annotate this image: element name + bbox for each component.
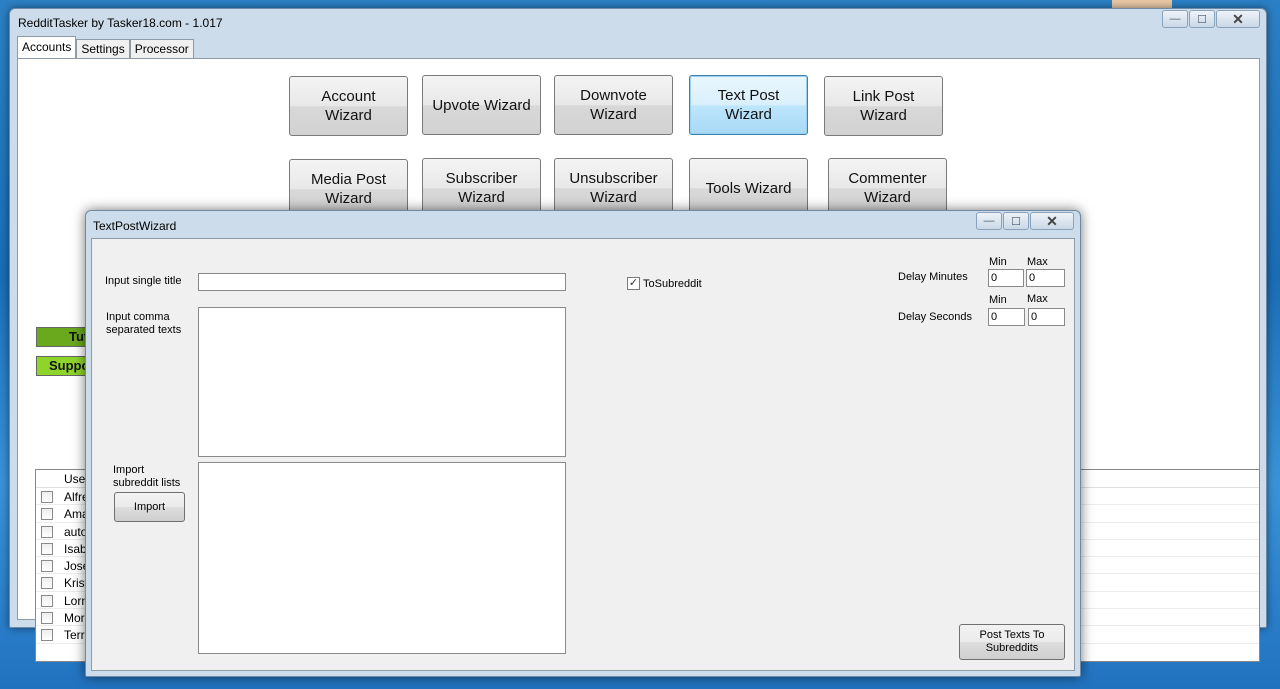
import-subreddit-label: Import subreddit lists: [113, 464, 181, 489]
text-post-wizard-button[interactable]: Text Post Wizard: [689, 75, 808, 135]
main-titlebar: RedditTasker by Tasker18.com - 1.017 — ☐…: [10, 9, 1266, 37]
minimize-button[interactable]: —: [1162, 10, 1188, 28]
delay-seconds-min-input[interactable]: [988, 308, 1025, 326]
account-wizard-button[interactable]: Account Wizard: [289, 76, 408, 136]
row-checkbox[interactable]: [41, 577, 53, 590]
to-subreddit-label: ToSubreddit: [643, 278, 702, 290]
text-post-wizard-dialog: TextPostWizard — ☐ ✕ Input single title …: [85, 210, 1081, 677]
to-subreddit-checkbox[interactable]: ✓: [627, 277, 640, 290]
close-button[interactable]: ✕: [1216, 10, 1260, 28]
dialog-close-button[interactable]: ✕: [1030, 212, 1074, 230]
row-checkbox[interactable]: [41, 542, 53, 555]
tab-settings[interactable]: Settings: [76, 39, 130, 58]
unsubscriber-wizard-button[interactable]: Unsubscriber Wizard: [554, 158, 673, 218]
minimize-icon: —: [983, 215, 995, 227]
single-title-input[interactable]: [198, 273, 566, 291]
import-button[interactable]: Import: [114, 492, 185, 522]
dialog-title: TextPostWizard: [93, 219, 177, 233]
row-checkbox[interactable]: [41, 612, 53, 625]
commenter-wizard-button[interactable]: Commenter Wizard: [828, 158, 947, 218]
row-checkbox[interactable]: [41, 508, 53, 521]
upvote-wizard-button[interactable]: Upvote Wizard: [422, 75, 541, 135]
dialog-minimize-button[interactable]: —: [976, 212, 1002, 230]
checkmark-icon: ✓: [628, 277, 639, 289]
single-title-label: Input single title: [105, 275, 182, 287]
tab-bar: Accounts Settings Processor: [17, 36, 194, 58]
maximize-icon: ☐: [1197, 13, 1207, 26]
delay-seconds-max-label: Max: [1027, 293, 1048, 305]
window-controls: — ☐ ✕: [1162, 10, 1260, 28]
delay-minutes-max-label: Max: [1027, 256, 1048, 268]
delay-seconds-label: Delay Seconds: [898, 311, 972, 323]
dialog-maximize-button[interactable]: ☐: [1003, 212, 1029, 230]
tab-processor[interactable]: Processor: [129, 39, 194, 58]
delay-minutes-min-label: Min: [989, 256, 1007, 268]
tab-accounts[interactable]: Accounts: [17, 36, 77, 58]
maximize-button[interactable]: ☐: [1189, 10, 1215, 28]
comma-texts-label: Input comma separated texts: [106, 311, 182, 336]
dialog-window-controls: — ☐ ✕: [976, 212, 1074, 230]
row-checkbox[interactable]: [41, 491, 53, 503]
row-checkbox[interactable]: [41, 525, 53, 538]
subscriber-wizard-button[interactable]: Subscriber Wizard: [422, 158, 541, 218]
row-checkbox[interactable]: [41, 560, 53, 573]
maximize-icon: ☐: [1011, 215, 1021, 228]
delay-minutes-label: Delay Minutes: [898, 271, 968, 283]
comma-texts-textarea[interactable]: [198, 307, 566, 457]
link-post-wizard-button[interactable]: Link Post Wizard: [824, 76, 943, 136]
row-checkbox[interactable]: [41, 594, 53, 607]
window-title: RedditTasker by Tasker18.com - 1.017: [18, 16, 223, 30]
delay-seconds-min-label: Min: [989, 294, 1007, 306]
subreddit-list-textarea[interactable]: [198, 462, 566, 654]
row-checkbox[interactable]: [41, 629, 53, 642]
close-icon: ✕: [1046, 212, 1058, 229]
dialog-body: Input single title Input comma separated…: [91, 238, 1075, 671]
downvote-wizard-button[interactable]: Downvote Wizard: [554, 75, 673, 135]
delay-seconds-max-input[interactable]: [1028, 308, 1065, 326]
post-texts-button[interactable]: Post Texts To Subreddits: [959, 624, 1065, 660]
tools-wizard-button[interactable]: Tools Wizard: [689, 158, 808, 218]
close-icon: ✕: [1232, 10, 1244, 27]
minimize-icon: —: [1169, 13, 1181, 25]
delay-minutes-min-input[interactable]: [988, 269, 1024, 287]
delay-minutes-max-input[interactable]: [1026, 269, 1065, 287]
